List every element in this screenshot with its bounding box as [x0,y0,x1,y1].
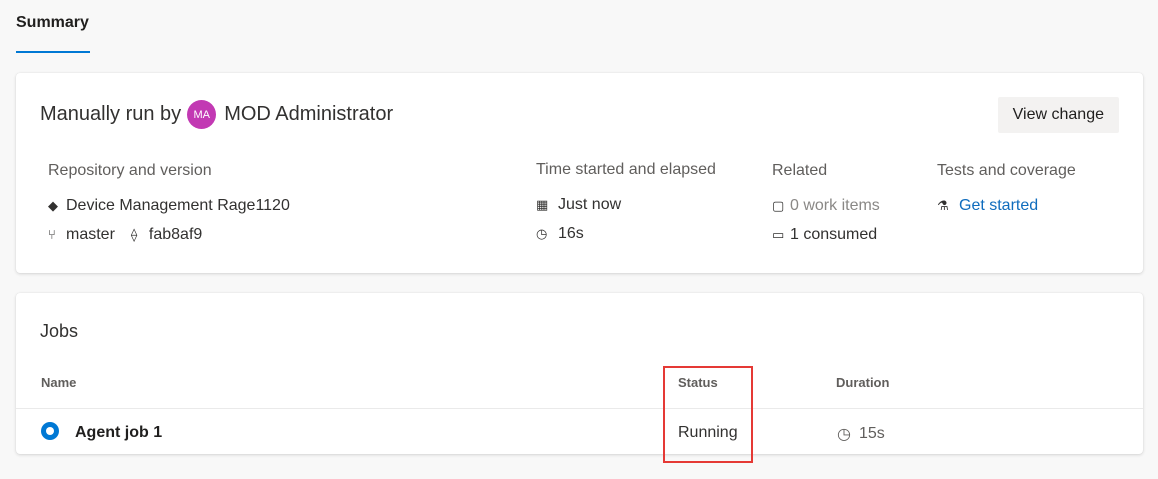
active-tab-indicator [16,51,90,53]
tests-row[interactable]: ⚗ Get started [937,191,1076,220]
started-row: ▦ Just now [536,190,716,219]
table-row[interactable]: Agent job 1 Running ◷ 15s [16,409,1143,454]
clipboard-icon: ▢ [772,197,785,213]
run-user[interactable]: MOD Administrator [224,103,393,126]
flask-icon: ⚗ [937,197,949,213]
avatar[interactable]: MA [187,100,217,129]
branch-name[interactable]: master [66,225,115,245]
clock-icon: ◷ [837,426,851,443]
job-duration: ◷ 15s [837,424,885,444]
repo-diamond-icon: ◆ [48,197,58,213]
running-status-icon [41,422,59,440]
calendar-icon: ▦ [536,196,549,212]
commit-id[interactable]: fab8af9 [149,225,202,245]
column-header-duration: Duration [836,375,890,390]
run-title: Manually run by MA MOD Administrator [40,100,393,129]
column-header-name: Name [41,375,77,390]
repository-label: Repository and version [48,162,212,179]
version-row: ⑂ master ⟠ fab8af9 [48,220,290,249]
tests-label: Tests and coverage [937,162,1076,179]
commit-icon: ⟠ [130,226,138,242]
repository-name[interactable]: Device Management Rage1120 [66,196,290,216]
get-started-link[interactable]: Get started [959,196,1038,216]
elapsed-value: 16s [558,224,584,242]
elapsed-row: ◷ 16s [536,219,716,248]
view-change-button[interactable]: View change [997,97,1119,133]
related-label: Related [772,162,828,179]
tab-summary[interactable]: Summary [16,14,89,46]
job-duration-value: 15s [858,425,885,442]
time-column: Time started and elapsed ▦ Just now ◷ 16… [536,160,716,248]
tests-column: Tests and coverage ⚗ Get started [937,161,1076,220]
artifact-icon: ▭ [772,226,785,242]
repository-column: Repository and version ◆ Device Manageme… [48,161,290,249]
run-summary-card: Manually run by MA MOD Administrator Vie… [16,73,1143,273]
related-column: Related ▢ 0 work items ▭ 1 consumed [772,161,880,249]
jobs-card: Jobs Name Status Duration Agent job 1 Ru… [16,293,1143,454]
branch-icon: ⑂ [48,226,56,242]
work-items-row: ▢ 0 work items [772,191,880,220]
consumed-row[interactable]: ▭ 1 consumed [772,220,880,249]
repository-row[interactable]: ◆ Device Management Rage1120 [48,191,290,220]
run-prefix: Manually run by [40,103,182,125]
started-value: Just now [558,195,622,213]
job-name[interactable]: Agent job 1 [75,424,162,442]
jobs-title: Jobs [40,321,79,341]
status-highlight-box [663,366,753,463]
work-items-value: 0 work items [790,196,880,214]
clock-icon: ◷ [536,225,548,241]
time-label: Time started and elapsed [536,161,716,178]
consumed-value[interactable]: 1 consumed [790,225,877,245]
